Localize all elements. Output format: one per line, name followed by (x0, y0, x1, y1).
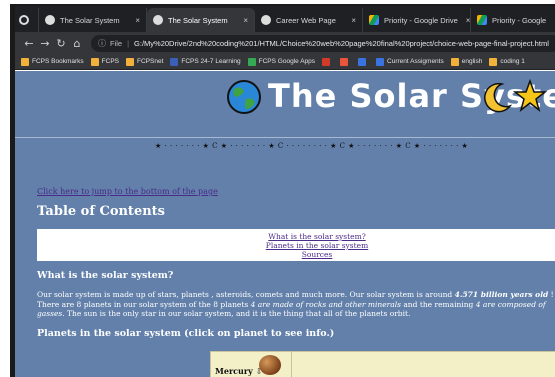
bookmark-icon (21, 57, 29, 66)
planet-name: Mercury (215, 366, 253, 376)
bookmark-icon (90, 57, 99, 66)
banner-divider (15, 137, 555, 138)
earth-icon (227, 80, 261, 114)
tab-label: The Solar System (60, 15, 120, 25)
web-page: The Solar System ★ · · · · · · · ★ C ★ ·… (15, 71, 555, 377)
what-is-paragraph: Our solar system is made up of stars, pl… (37, 290, 555, 319)
tab-label: Career Web Page (276, 15, 336, 25)
bookmark-item[interactable] (340, 57, 351, 66)
age-highlight: 4.571 billion years old (454, 290, 549, 299)
bookmark-icon (170, 57, 179, 66)
tab-strip: The Solar System × The Solar System × Ca… (15, 6, 555, 32)
page-icon (153, 15, 163, 25)
tab-label: Priority - Google Drive (384, 15, 458, 25)
toc-heading: Table of Contents (37, 204, 165, 219)
close-icon[interactable]: × (343, 16, 356, 25)
google-drive-icon (369, 15, 379, 25)
planet-label: Mercury ⇩ (215, 366, 262, 376)
tab-chrome[interactable] (15, 8, 39, 32)
mercury-planet-image[interactable] (259, 355, 281, 375)
bookmark-item[interactable]: FCPS (90, 57, 119, 66)
bookmark-label: FCPS 24-7 Learning (181, 58, 241, 65)
page-icon (261, 15, 271, 25)
bookmark-item[interactable]: FCPSnet (126, 57, 164, 66)
bookmark-item[interactable]: english (450, 57, 483, 66)
close-icon[interactable]: × (127, 16, 140, 25)
bookmark-label: FCPSnet (137, 58, 164, 65)
bookmark-item[interactable]: coding 1 (489, 57, 525, 66)
cell-divider (291, 352, 292, 377)
address-url: G:/My%20Drive/2nd%20coding%201/HTML/Choi… (134, 38, 549, 48)
bookmark-item[interactable]: FCPS Google Apps (247, 57, 316, 66)
bookmark-label: FCPS (101, 58, 119, 65)
forward-icon[interactable]: → (37, 37, 53, 50)
bookmark-icon (450, 57, 459, 66)
bookmark-icon (358, 57, 367, 66)
para-text: Our solar system is made up of stars, pl… (37, 290, 455, 299)
chrome-icon (19, 15, 29, 25)
toc-box: What is the solar system? Planets in the… (37, 229, 555, 261)
rocks-highlight: 4 are made of rocks and other minerals (250, 299, 401, 309)
tab-label: The Solar System (168, 15, 228, 25)
info-icon[interactable]: ⓘ (98, 38, 106, 49)
bookmarks-bar: FCPS Bookmarks FCPS FCPSnet FCPS 24-7 Learn… (15, 54, 555, 70)
bookmark-label: FCPS Google Apps (258, 58, 316, 65)
bookmark-icon (247, 57, 256, 66)
browser-window: The Solar System × The Solar System × Ca… (10, 4, 555, 377)
tab-priority-drive[interactable]: Priority - Google Drive × (363, 8, 471, 32)
tab-solar-system-2[interactable]: The Solar System × (147, 8, 255, 32)
google-drive-icon (477, 15, 487, 25)
tab-career-web-page[interactable]: Career Web Page × (255, 8, 363, 32)
bookmark-item[interactable]: FCPS 24-7 Learning (170, 57, 241, 66)
page-banner: The Solar System (15, 71, 555, 131)
bookmark-item[interactable] (358, 57, 369, 66)
toc-link-what-is[interactable]: What is the solar system? (217, 232, 417, 241)
section-heading-planets: Planets in the solar system (click on pl… (37, 328, 335, 339)
tab-label: Priority - Google (492, 15, 547, 25)
bookmark-label: FCPS Bookmarks (32, 58, 84, 65)
page-icon (45, 15, 55, 25)
bookmark-icon (322, 57, 331, 66)
toc-link-sources[interactable]: Sources (217, 250, 417, 259)
back-icon[interactable]: ← (21, 37, 37, 50)
section-heading-what-is: What is the solar system? (37, 270, 174, 281)
bookmark-icon (376, 57, 385, 66)
toc-link-planets[interactable]: Planets in the solar system (217, 241, 417, 250)
star-divider: ★ · · · · · · · ★ C ★ · · · · · · · ★ C … (155, 142, 469, 150)
bookmark-item[interactable]: FCPS Bookmarks (21, 57, 84, 66)
home-icon[interactable]: ⌂ (69, 37, 85, 50)
close-icon[interactable]: × (235, 16, 248, 25)
bookmark-icon (489, 57, 498, 66)
planet-row-mercury[interactable]: Mercury ⇩ (210, 351, 555, 377)
jump-to-bottom-link[interactable]: Click here to jump to the bottom of the … (37, 187, 218, 196)
address-separator: | (127, 38, 130, 48)
bookmark-label: english (461, 58, 483, 65)
address-bar[interactable]: ⓘ File | G:/My%20Drive/2nd%20coding%201/… (91, 34, 555, 52)
tab-solar-system-1[interactable]: The Solar System × (39, 8, 147, 32)
close-icon[interactable]: × (458, 16, 470, 25)
scheme-label: File (110, 38, 123, 48)
tab-priority-google[interactable]: Priority - Google (471, 8, 555, 32)
moon-icon (484, 82, 512, 113)
star-icon (513, 79, 547, 112)
para-text: and the remaining (400, 299, 476, 309)
bookmark-label: coding 1 (500, 58, 525, 65)
browser-toolbar: ← → ↻ ⌂ ⓘ File | G:/My%20Drive/2nd%20cod… (15, 32, 555, 54)
bookmark-item[interactable]: Current Assigments (376, 57, 444, 66)
bookmark-label: Current Assigments (387, 58, 444, 65)
bookmark-icon (126, 57, 134, 66)
bookmark-item[interactable] (322, 57, 333, 66)
para-text: The sun is the only star in our solar sy… (64, 309, 411, 318)
reload-icon[interactable]: ↻ (53, 37, 69, 50)
bookmark-icon (340, 57, 349, 66)
